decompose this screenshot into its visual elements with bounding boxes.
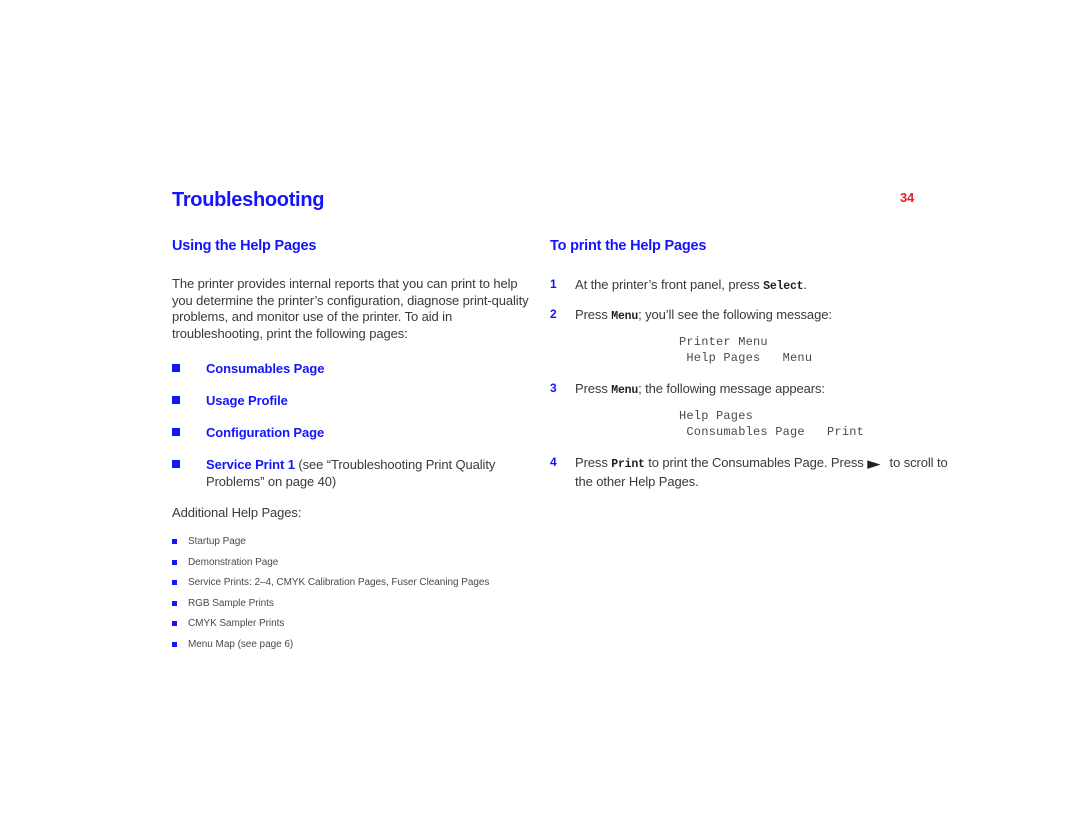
sub-item-label: Demonstration Page	[188, 556, 279, 568]
lcd-message-panel: Help Pages Consumables Page Print	[679, 409, 865, 439]
step-text-before: Press	[575, 381, 612, 396]
key-label: Menu	[611, 310, 639, 323]
sub-item-label: Service Prints: 2–4, CMYK Calibration Pa…	[188, 577, 490, 588]
additional-help-pages-label: Additional Help Pages:	[172, 505, 302, 520]
help-pages-bullet-list: Consumables Page Usage Profile Configura…	[172, 360, 532, 490]
step-text-after: to print the Consumables Page. Press	[644, 455, 868, 470]
square-bullet-icon	[172, 621, 177, 626]
procedure-steps-list: 1 At the printer’s front panel, press Sel…	[550, 276, 950, 490]
document-page: 34 Troubleshooting Using the Help Pages …	[0, 0, 1080, 834]
additional-help-pages-list: Startup Page Demonstration Page Service …	[172, 536, 532, 651]
bullet-label[interactable]: Usage Profile	[206, 393, 288, 408]
list-item: Demonstration Page	[172, 557, 532, 570]
list-item: CMYK Sampler Prints	[172, 618, 532, 631]
list-item: Usage Profile	[172, 392, 532, 409]
left-section-heading: Using the Help Pages	[172, 238, 317, 254]
sub-item-label: RGB Sample Prints	[188, 597, 274, 609]
sub-item-label: Menu Map (see page 6)	[188, 638, 294, 650]
key-label: Select	[763, 280, 804, 293]
list-item: Configuration Page	[172, 424, 532, 441]
step-number: 2	[550, 307, 557, 321]
step-text-before: Press	[575, 455, 612, 470]
square-bullet-icon	[172, 539, 177, 544]
square-bullet-icon	[172, 460, 180, 468]
lcd-message-panel: Printer Menu Help Pages Menu	[679, 335, 813, 365]
list-item: RGB Sample Prints	[172, 598, 532, 611]
intro-paragraph: The printer provides internal reports th…	[172, 276, 529, 341]
procedure-step: 4 Press Print to print the Consumables Pa…	[550, 454, 950, 490]
list-item: Menu Map (see page 6)	[172, 639, 532, 652]
left-column: Using the Help Pages The printer provide…	[172, 238, 532, 659]
sub-item-label: CMYK Sampler Prints	[188, 618, 285, 629]
chapter-title: Troubleshooting	[172, 189, 325, 211]
key-label: Menu	[611, 384, 639, 397]
procedure-step: 3 Press Menu; the following message appea…	[550, 380, 950, 440]
square-bullet-icon	[172, 364, 180, 372]
step-text-after: ; the following message appears:	[638, 381, 825, 396]
bullet-label[interactable]: Consumables Page	[206, 361, 324, 376]
square-bullet-icon	[172, 600, 177, 606]
step-text-after: .	[803, 277, 807, 292]
square-bullet-icon	[172, 559, 177, 565]
square-bullet-icon	[172, 396, 180, 404]
key-label: Print	[611, 458, 645, 471]
right-section-heading: To print the Help Pages	[550, 238, 707, 254]
square-bullet-icon	[172, 580, 177, 585]
sub-item-label: Startup Page	[188, 536, 246, 547]
step-number: 1	[550, 277, 557, 291]
procedure-step: 1 At the printer’s front panel, press Sel…	[550, 276, 950, 295]
right-arrow-icon: ▶	[867, 457, 881, 470]
list-item: Startup Page	[172, 536, 532, 549]
bullet-label[interactable]: Configuration Page	[206, 425, 324, 440]
step-text-before: Press	[575, 307, 612, 322]
page-number: 34	[900, 190, 915, 205]
step-text-after: ; you’ll see the following message:	[638, 307, 832, 322]
step-text-before: At the printer’s front panel, press	[575, 277, 764, 292]
list-item: Consumables Page	[172, 360, 532, 377]
right-column: To print the Help Pages 1 At the printer’…	[550, 238, 950, 501]
square-bullet-icon	[172, 428, 180, 436]
bullet-label[interactable]: Service Print 1	[206, 457, 295, 472]
square-bullet-icon	[172, 641, 177, 647]
step-number: 3	[550, 381, 557, 395]
procedure-step: 2 Press Menu; you’ll see the following me…	[550, 306, 950, 366]
step-number: 4	[550, 455, 557, 469]
list-item: Service Prints: 2–4, CMYK Calibration Pa…	[172, 577, 532, 590]
list-item: Service Print 1 (see “Troubleshooting Pr…	[172, 456, 532, 490]
